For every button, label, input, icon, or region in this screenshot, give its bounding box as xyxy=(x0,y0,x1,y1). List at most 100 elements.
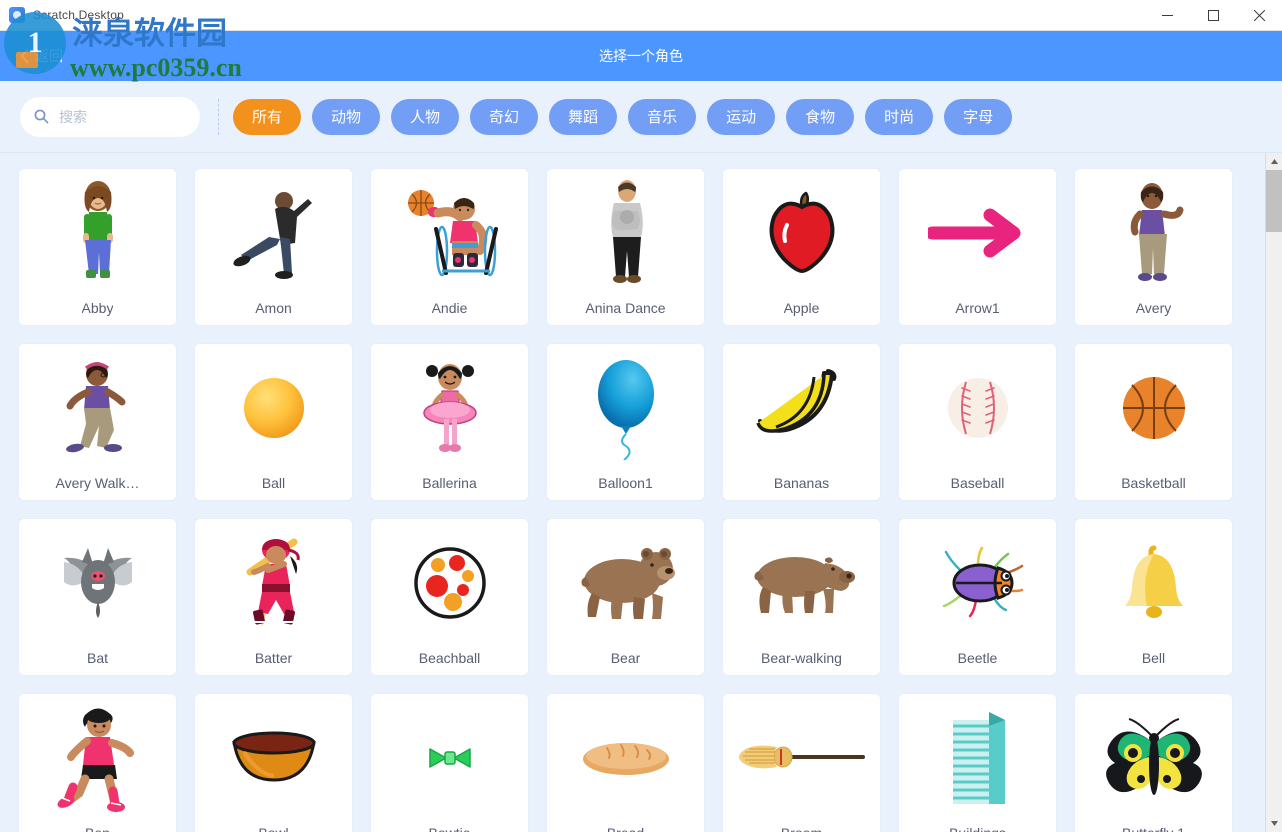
scrollbar-thumb[interactable] xyxy=(1266,170,1282,232)
sprite-name: Baseball xyxy=(950,475,1005,491)
sprite-card[interactable]: Avery Walk… xyxy=(18,343,177,501)
chevron-left-icon xyxy=(20,49,29,63)
girl-walking-icon xyxy=(19,344,176,466)
sprite-card[interactable]: Baseball xyxy=(898,343,1057,501)
sprite-card[interactable]: Bread xyxy=(546,693,705,832)
sprite-card[interactable]: Arrow1 xyxy=(898,168,1057,326)
basketball-icon xyxy=(1075,344,1232,466)
window-controls xyxy=(1144,0,1282,31)
sprite-card[interactable]: Bear-walking xyxy=(722,518,881,676)
sprite-card[interactable]: Apple xyxy=(722,168,881,326)
triangle-down-icon xyxy=(1271,821,1278,826)
sprite-card[interactable]: Ball xyxy=(194,343,353,501)
sprite-card[interactable]: Andie xyxy=(370,168,529,326)
red-apple-icon xyxy=(723,169,880,291)
sprite-card[interactable]: Ben xyxy=(18,693,177,832)
sprite-card[interactable]: Bananas xyxy=(722,343,881,501)
category-tag-6[interactable]: 运动 xyxy=(707,98,776,135)
scroll-up-button[interactable] xyxy=(1266,153,1282,170)
sprite-name: Ball xyxy=(261,475,286,491)
sprite-card[interactable]: Batter xyxy=(194,518,353,676)
sprite-name: Amon xyxy=(255,300,292,316)
green-bowtie-icon xyxy=(371,694,528,816)
brown-bear-icon xyxy=(547,519,704,641)
broom-icon xyxy=(723,694,880,816)
back-button[interactable]: 返回 xyxy=(20,46,63,66)
ballerina-pink-tutu-icon xyxy=(371,344,528,466)
sprite-card[interactable]: Butterfly 1 xyxy=(1074,693,1233,832)
girl-green-shirt-icon xyxy=(19,169,176,291)
sprite-card[interactable]: Ballerina xyxy=(370,343,529,501)
sprite-name: Anina Dance xyxy=(585,300,666,316)
sprite-name: Bear-walking xyxy=(761,650,842,666)
sprite-name: Beachball xyxy=(418,650,481,666)
category-tag-8[interactable]: 时尚 xyxy=(865,98,934,135)
wheelchair-basketball-icon xyxy=(371,169,528,291)
category-tag-1[interactable]: 动物 xyxy=(312,98,381,135)
filter-bar: 所有动物人物奇幻舞蹈音乐运动食物时尚字母 xyxy=(0,81,1282,153)
category-tag-7[interactable]: 食物 xyxy=(786,98,855,135)
vertical-scrollbar[interactable] xyxy=(1265,153,1282,832)
sprite-card[interactable]: Bell xyxy=(1074,518,1233,676)
sprite-card[interactable]: Avery xyxy=(1074,168,1233,326)
category-tag-2[interactable]: 人物 xyxy=(391,98,460,135)
page-title: 选择一个角色 xyxy=(599,48,683,64)
sprite-name: Andie xyxy=(431,300,468,316)
category-tag-9[interactable]: 字母 xyxy=(944,98,1013,135)
purple-beetle-icon xyxy=(899,519,1056,641)
scratch-logo-icon xyxy=(9,7,25,23)
green-butterfly-icon xyxy=(1075,694,1232,816)
sprite-grid: Abby Amon Andie Anina Dance Apple Arrow1… xyxy=(0,153,1262,832)
sprite-card[interactable]: Basketball xyxy=(1074,343,1233,501)
sprite-card[interactable]: Bowtie xyxy=(370,693,529,832)
girl-purple-top-icon xyxy=(1075,169,1232,291)
minimize-button[interactable] xyxy=(1144,0,1190,31)
person-dancing-photo-icon xyxy=(547,169,704,291)
sprite-name: Bananas xyxy=(773,475,830,491)
sprite-name: Ben xyxy=(85,816,110,832)
filter-divider xyxy=(218,98,219,135)
blue-balloon-icon xyxy=(547,344,704,466)
sprite-name: Bowl xyxy=(258,816,288,832)
sprite-name: Apple xyxy=(783,300,820,316)
beachball-dots-icon xyxy=(371,519,528,641)
search-box[interactable] xyxy=(20,96,200,137)
sprite-name: Ballerina xyxy=(422,475,477,491)
sprite-name: Bear xyxy=(610,650,641,666)
sprite-card[interactable]: Beetle xyxy=(898,518,1057,676)
sprite-card[interactable]: Bowl xyxy=(194,693,353,832)
sprite-card[interactable]: Abby xyxy=(18,168,177,326)
gray-bat-icon xyxy=(19,519,176,641)
orange-ball-icon xyxy=(195,344,352,466)
yellow-bell-icon xyxy=(1075,519,1232,641)
sprite-name: Buildings xyxy=(949,816,1006,832)
sprite-name: Broom xyxy=(781,816,822,832)
scroll-down-button[interactable] xyxy=(1266,815,1282,832)
sprite-card[interactable]: Balloon1 xyxy=(546,343,705,501)
brown-bear-walking-icon xyxy=(723,519,880,641)
search-input[interactable] xyxy=(59,108,179,125)
scratch-desktop-window: Scratch Desktop 返回 选择一个角色 搜索 所有 动物 人物 奇幻… xyxy=(0,0,1282,832)
sprite-card[interactable]: Anina Dance xyxy=(546,168,705,326)
sprite-card[interactable]: Beachball xyxy=(370,518,529,676)
triangle-up-icon xyxy=(1271,159,1278,164)
window-titlebar: Scratch Desktop xyxy=(0,0,1282,31)
category-tag-5[interactable]: 音乐 xyxy=(628,98,697,135)
sprite-card[interactable]: Buildings xyxy=(898,693,1057,832)
sprite-name: Abby xyxy=(81,300,114,316)
close-button[interactable] xyxy=(1236,0,1282,31)
window-title: Scratch Desktop xyxy=(33,8,125,22)
pink-arrow-right-icon xyxy=(899,169,1056,291)
category-tag-3[interactable]: 奇幻 xyxy=(470,98,539,135)
orange-bowl-icon xyxy=(195,694,352,816)
category-tag-4[interactable]: 舞蹈 xyxy=(549,98,618,135)
baseball-icon xyxy=(899,344,1056,466)
maximize-button[interactable] xyxy=(1190,0,1236,31)
sprite-card[interactable]: Bat xyxy=(18,518,177,676)
sprite-card[interactable]: Broom xyxy=(722,693,881,832)
yellow-bananas-icon xyxy=(723,344,880,466)
sprite-card[interactable]: Bear xyxy=(546,518,705,676)
teal-building-icon xyxy=(899,694,1056,816)
sprite-card[interactable]: Amon xyxy=(194,168,353,326)
category-tag-0[interactable]: 所有 xyxy=(233,98,302,135)
